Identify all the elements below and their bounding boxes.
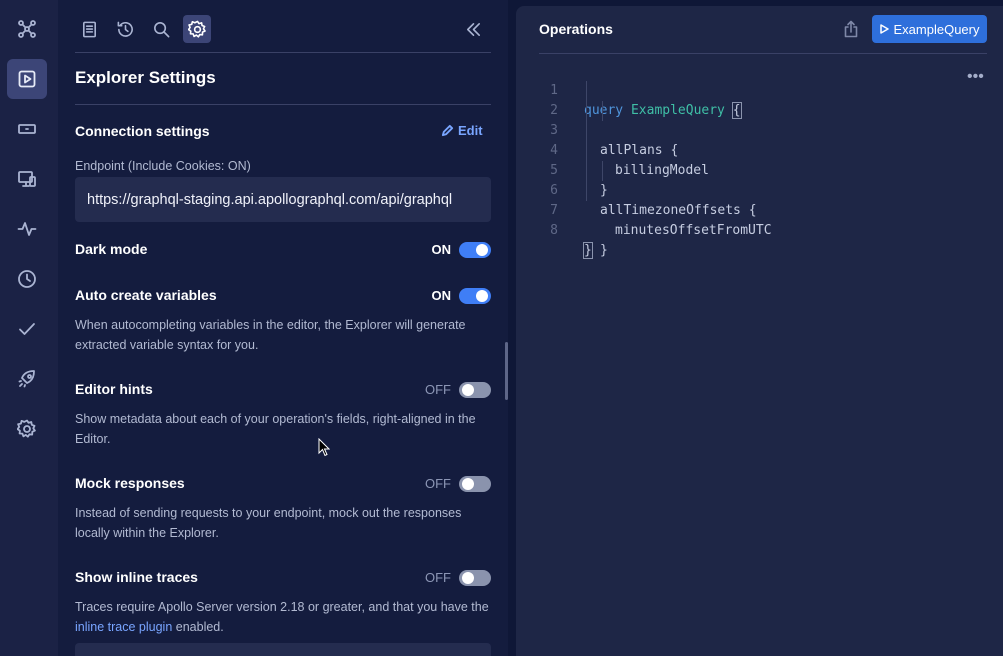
code-line: 8 } (550, 223, 593, 259)
connection-settings-heading: Connection settings (75, 123, 210, 139)
setting-auto-create-variables: Auto create variables ON (75, 286, 491, 306)
document-icon[interactable] (75, 15, 103, 43)
mouse-cursor-icon (318, 438, 330, 457)
setting-dark-mode: Dark mode ON (75, 240, 491, 260)
setting-show-inline-traces: Show inline traces OFF (75, 568, 491, 588)
share-icon[interactable] (843, 20, 859, 38)
setting-label: Auto create variables (75, 287, 217, 303)
code-editor[interactable]: 1 query ExampleQuery { 2 allPlans { 3 bi… (538, 61, 772, 259)
history-icon[interactable] (111, 15, 139, 43)
rocket-icon[interactable] (7, 359, 47, 399)
endpoint-label: Endpoint (Include Cookies: ON) (75, 159, 251, 173)
inline-trace-plugin-link[interactable]: inline trace plugin (75, 620, 172, 634)
setting-editor-hints: Editor hints OFF (75, 380, 491, 400)
dark-mode-toggle[interactable] (459, 242, 491, 258)
divider (75, 104, 491, 105)
setting-label: Dark mode (75, 241, 148, 257)
mock-responses-toggle[interactable] (459, 476, 491, 492)
setting-label: Show inline traces (75, 569, 198, 585)
setting-description: Traces require Apollo Server version 2.1… (75, 600, 489, 634)
setting-label: Editor hints (75, 381, 153, 397)
check-icon[interactable] (7, 309, 47, 349)
left-rail (0, 0, 58, 656)
code-line: 2 allPlans { (538, 81, 678, 158)
edit-connection-button[interactable]: Edit (441, 123, 483, 138)
graph-icon[interactable] (7, 9, 47, 49)
setting-description: When autocompleting variables in the edi… (75, 318, 466, 352)
pencil-icon (441, 124, 454, 137)
operations-title: Operations (539, 21, 613, 37)
show-inline-traces-toggle[interactable] (459, 570, 491, 586)
settings-icon[interactable] (183, 15, 211, 43)
toggle-state: OFF (425, 382, 451, 397)
code-line: 4 } (538, 121, 608, 198)
scrollbar-thumb[interactable] (505, 342, 508, 400)
code-line: 1 query ExampleQuery { (550, 83, 742, 119)
code-line: 5 allTimezoneOffsets { (538, 141, 757, 218)
code-line: 3 billingModel (538, 101, 709, 178)
endpoint-field[interactable]: https://graphql-staging.api.apollographq… (75, 177, 491, 222)
run-query-label: ExampleQuery (893, 21, 980, 37)
divider (539, 53, 987, 54)
code-line: 7 } (538, 181, 608, 258)
schema-card-icon[interactable] (7, 109, 47, 149)
collapse-icon[interactable] (459, 15, 487, 43)
setting-label: Mock responses (75, 475, 185, 491)
panel-title: Explorer Settings (75, 68, 216, 87)
settings-gear-icon[interactable] (7, 409, 47, 449)
edit-label: Edit (458, 123, 483, 138)
clock-icon[interactable] (7, 259, 47, 299)
pulse-icon[interactable] (7, 209, 47, 249)
panel-toolbar (75, 10, 491, 53)
setting-mock-responses: Mock responses OFF (75, 474, 491, 494)
more-options-icon[interactable]: ••• (967, 68, 984, 86)
search-icon[interactable] (147, 15, 175, 43)
settings-panel: Explorer Settings Connection settings Ed… (58, 0, 508, 656)
play-icon (879, 24, 889, 34)
explorer-play-icon[interactable] (7, 59, 47, 99)
toggle-state: ON (431, 242, 452, 257)
setting-description: Show metadata about each of your operati… (75, 412, 476, 446)
setting-description: Instead of sending requests to your endp… (75, 506, 462, 540)
toggle-state: ON (431, 288, 452, 303)
next-setting-field (75, 643, 491, 656)
auto-create-variables-toggle[interactable] (459, 288, 491, 304)
editor-hints-toggle[interactable] (459, 382, 491, 398)
toggle-state: OFF (425, 476, 451, 491)
monitor-icon[interactable] (7, 159, 47, 199)
run-query-button[interactable]: ExampleQuery (872, 15, 987, 43)
toggle-state: OFF (425, 570, 451, 585)
operations-editor: Operations ExampleQuery ••• 1 query Exam… (516, 6, 1003, 656)
code-line: 6 minutesOffsetFromUTC (538, 161, 772, 238)
